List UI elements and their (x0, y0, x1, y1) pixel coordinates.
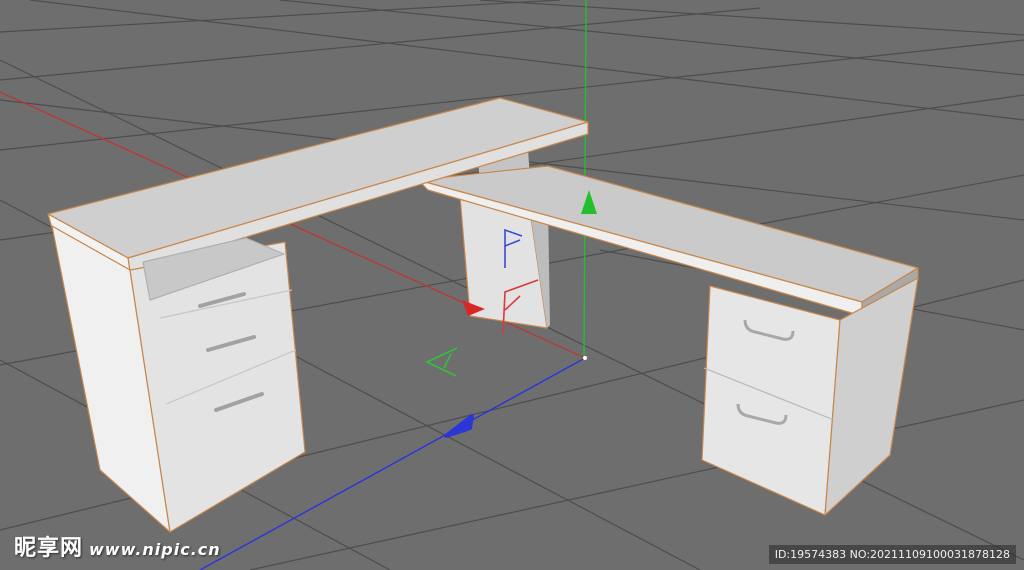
world-origin-marker (583, 356, 587, 360)
3d-viewport[interactable] (0, 0, 1024, 570)
image-id-stamp: ID:19574383 NO:20211109100031878128 (768, 545, 1016, 564)
watermark: 昵享网 www.nipic.cn (14, 530, 221, 562)
watermark-logo: 昵享网 (14, 536, 84, 561)
watermark-url: www.nipic.cn (89, 540, 221, 559)
